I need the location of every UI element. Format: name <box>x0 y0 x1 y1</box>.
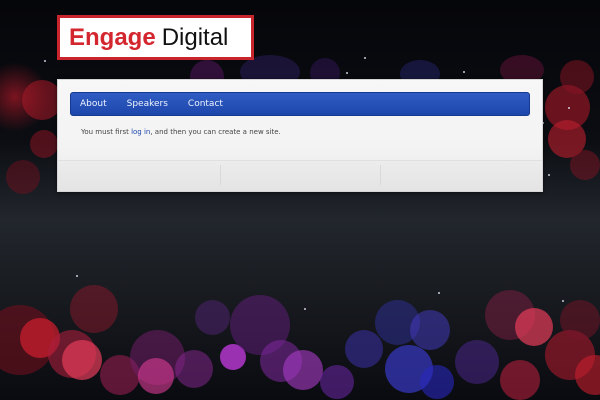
message-text-before: You must first <box>81 128 132 136</box>
login-link[interactable]: log in <box>131 128 150 136</box>
nav-link-contact[interactable]: Contact <box>188 99 223 109</box>
login-required-message: You must first log in, and then you can … <box>81 128 281 136</box>
main-navbar: About Speakers Contact <box>70 92 530 116</box>
logo-word-digital: Digital <box>161 23 229 51</box>
site-logo[interactable]: Engage Digital <box>57 15 254 60</box>
logo-word-engage: Engage <box>69 23 156 51</box>
footer-divider <box>220 165 221 185</box>
content-panel: About Speakers Contact You must first lo… <box>57 79 543 192</box>
panel-footer <box>58 160 542 191</box>
nav-link-about[interactable]: About <box>80 99 107 109</box>
bokeh-background <box>0 0 600 400</box>
footer-divider <box>380 165 381 185</box>
nav-link-speakers[interactable]: Speakers <box>127 99 168 109</box>
message-text-after: , and then you can create a new site. <box>150 128 281 136</box>
